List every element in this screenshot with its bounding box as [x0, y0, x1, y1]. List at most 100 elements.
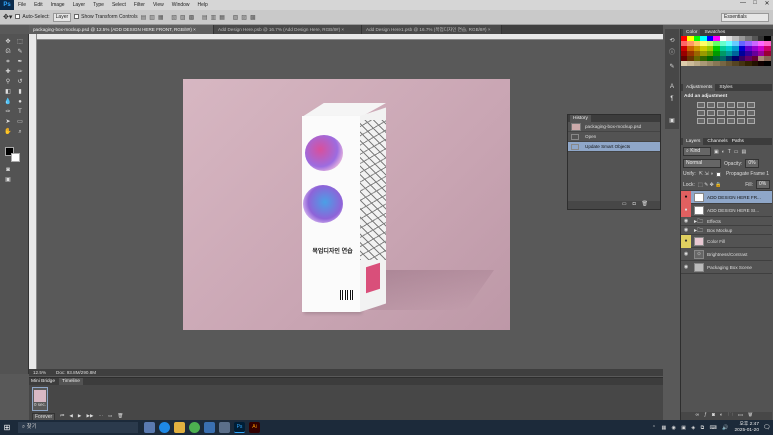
system-tray-icons[interactable]: ⌃ ▦ ◉ ▣ ◈ ⧉ ⌨ 🔊 — [652, 425, 731, 431]
quick-mask-icon[interactable]: ◙ — [3, 166, 13, 174]
history-item-open[interactable]: Open — [568, 132, 660, 142]
group-icon[interactable]: 🗀 — [728, 412, 738, 418]
file-explorer-icon[interactable] — [174, 422, 185, 433]
tab-mini-bridge[interactable]: Mini Bridge — [31, 379, 59, 384]
tab-paths[interactable]: Paths — [728, 139, 744, 144]
tab-layers[interactable]: Layers — [683, 138, 704, 145]
swatches-grid[interactable] — [681, 36, 771, 76]
marquee-icon[interactable]: ⬚ — [15, 38, 25, 46]
maximize-icon[interactable]: □ — [749, 0, 761, 7]
eye-icon[interactable]: ● — [681, 190, 691, 204]
filter-icons[interactable]: ▣◐T▭▤ — [714, 149, 749, 155]
minimize-icon[interactable]: — — [737, 0, 749, 7]
layer-row[interactable]: ● Color Fill — [681, 234, 772, 248]
show-transform-checkbox[interactable]: Show Transform Controls — [74, 14, 138, 20]
eye-icon[interactable]: ● — [681, 203, 691, 217]
eye-icon[interactable]: ◉ — [681, 264, 691, 270]
brush-icon[interactable]: ✏ — [15, 68, 25, 76]
dodge-icon[interactable]: ● — [15, 98, 25, 106]
layer-row[interactable]: ◉ ▸🗀 Box Mockup — [681, 226, 772, 235]
tab-packaging-box-mockup[interactable]: packaging-box-mockup.psd @ 12.5% (ADD DE… — [29, 25, 214, 34]
background-color-swatch[interactable] — [11, 153, 20, 162]
mask-icon[interactable]: ◙ — [712, 412, 720, 418]
tab-styles[interactable]: Styles — [715, 85, 732, 90]
history-brush-icon[interactable]: ↺ — [15, 78, 25, 86]
photoshop-taskbar-icon[interactable]: Ps — [234, 422, 245, 433]
move-tool-icon[interactable]: ✥▾ — [3, 13, 12, 21]
menu-filter[interactable]: Filter — [130, 2, 149, 8]
menu-help[interactable]: Help — [194, 2, 212, 8]
unify-icons[interactable]: ⇱ ⇲ ◑ — [699, 171, 713, 177]
lasso-icon[interactable]: ᘏ — [3, 48, 13, 56]
new-layer-icon[interactable]: ▭ — [738, 412, 748, 418]
adjustment-icon[interactable]: ◐ — [720, 412, 728, 418]
menu-select[interactable]: Select — [108, 2, 130, 8]
fill-input[interactable]: 0% — [756, 180, 770, 189]
fx-icon[interactable]: ƒ — [704, 412, 712, 418]
tab-channels[interactable]: Channels — [703, 139, 727, 144]
blur-icon[interactable]: 💧 — [3, 98, 13, 106]
layer-row[interactable]: ◉ Packaging Box Scene — [681, 261, 772, 274]
healing-icon[interactable]: ✚ — [3, 68, 13, 76]
history-panel-icon[interactable]: ⟲ — [667, 37, 677, 45]
menu-window[interactable]: Window — [168, 2, 194, 8]
layer-kind-filter[interactable]: ⌕ Kind — [683, 147, 711, 156]
layer-row[interactable]: ● ADD DESIGN HERE SI... — [681, 203, 772, 217]
paragraph-panel-icon[interactable]: ¶ — [667, 95, 677, 103]
type-icon[interactable]: T — [15, 108, 25, 116]
menu-layer[interactable]: Layer — [69, 2, 90, 8]
path-select-icon[interactable]: ➤ — [3, 118, 13, 126]
character-panel-icon[interactable]: A — [667, 83, 677, 91]
copilot-icon[interactable] — [144, 422, 155, 433]
link-icon[interactable]: ∞ — [696, 412, 705, 418]
trash-icon[interactable]: 🗑 — [748, 412, 758, 418]
windows-start-icon[interactable]: ⊞ — [0, 423, 14, 432]
eyedropper-icon[interactable]: ✒ — [15, 58, 25, 66]
opacity-input[interactable]: 0% — [745, 159, 760, 168]
crop-icon[interactable]: ⌗ — [3, 58, 13, 66]
blend-mode-dropdown[interactable]: Normal — [683, 159, 721, 168]
eye-icon[interactable]: ◉ — [681, 227, 691, 233]
clock[interactable]: 오후 2:47 2025-01-20 — [734, 422, 759, 433]
zoom-icon[interactable]: ⌕ — [15, 128, 25, 136]
tab-add-design-here[interactable]: Add Design Here.psb @ 16.7% (Add Design … — [214, 25, 362, 34]
screen-mode-icon[interactable]: ▣ — [3, 176, 13, 184]
history-snapshot[interactable]: packaging-box-mockup.psd — [568, 122, 660, 132]
menu-file[interactable]: File — [14, 2, 30, 8]
menu-view[interactable]: View — [149, 2, 168, 8]
stamp-icon[interactable]: ⚲ — [3, 78, 13, 86]
brush-panel-icon[interactable]: ✎ — [667, 63, 677, 71]
adjustment-icons[interactable] — [697, 102, 772, 124]
info-panel-icon[interactable]: ⓘ — [667, 49, 677, 57]
tab-add-design-here1[interactable]: Add Design Here1.psb @ 16.7% (목업디자인 연습, … — [362, 25, 502, 34]
layer-row[interactable]: ● ADD DESIGN HERE FR... — [681, 190, 772, 204]
auto-select-checkbox[interactable]: Auto-Select: — [15, 14, 50, 20]
illustrator-taskbar-icon[interactable]: Ai — [249, 422, 260, 433]
layer-row[interactable]: ◉ ☼ Brightness/Contrast — [681, 248, 772, 261]
menu-edit[interactable]: Edit — [30, 2, 47, 8]
menu-type[interactable]: Type — [89, 2, 108, 8]
lock-icons[interactable]: ⬚ ✎ ✥ 🔒 — [698, 182, 722, 188]
trash-icon[interactable]: 🗑 — [642, 201, 654, 207]
new-snapshot-icon[interactable]: ▭ — [622, 201, 633, 207]
move-icon[interactable]: ✥ — [3, 38, 13, 46]
tab-adjustments[interactable]: Adjustments — [683, 84, 716, 91]
taskbar-search[interactable]: ⌕ 찾기 — [18, 422, 138, 433]
tab-timeline[interactable]: Timeline — [59, 378, 83, 385]
camera-icon[interactable]: ◘ — [633, 201, 642, 207]
auto-select-dropdown[interactable]: Layer — [52, 12, 72, 22]
tab-color[interactable]: Color — [683, 29, 701, 36]
history-item-update[interactable]: Update Smart Objects — [568, 142, 660, 152]
frame-1[interactable]: 0 sec. — [32, 387, 48, 411]
chrome-icon[interactable] — [189, 422, 200, 433]
menu-image[interactable]: Image — [47, 2, 69, 8]
quick-select-icon[interactable]: ✎ — [15, 48, 25, 56]
hand-icon[interactable]: ✋ — [3, 128, 13, 136]
word-icon[interactable] — [204, 422, 215, 433]
eye-icon[interactable]: ● — [681, 234, 691, 248]
gradient-icon[interactable]: ▮ — [15, 88, 25, 96]
zoom-level[interactable]: 12.5% — [33, 370, 46, 375]
history-tab[interactable]: History — [570, 115, 591, 122]
notification-icon[interactable]: 🗨 — [763, 424, 773, 431]
shape-icon[interactable]: ▭ — [15, 118, 25, 126]
